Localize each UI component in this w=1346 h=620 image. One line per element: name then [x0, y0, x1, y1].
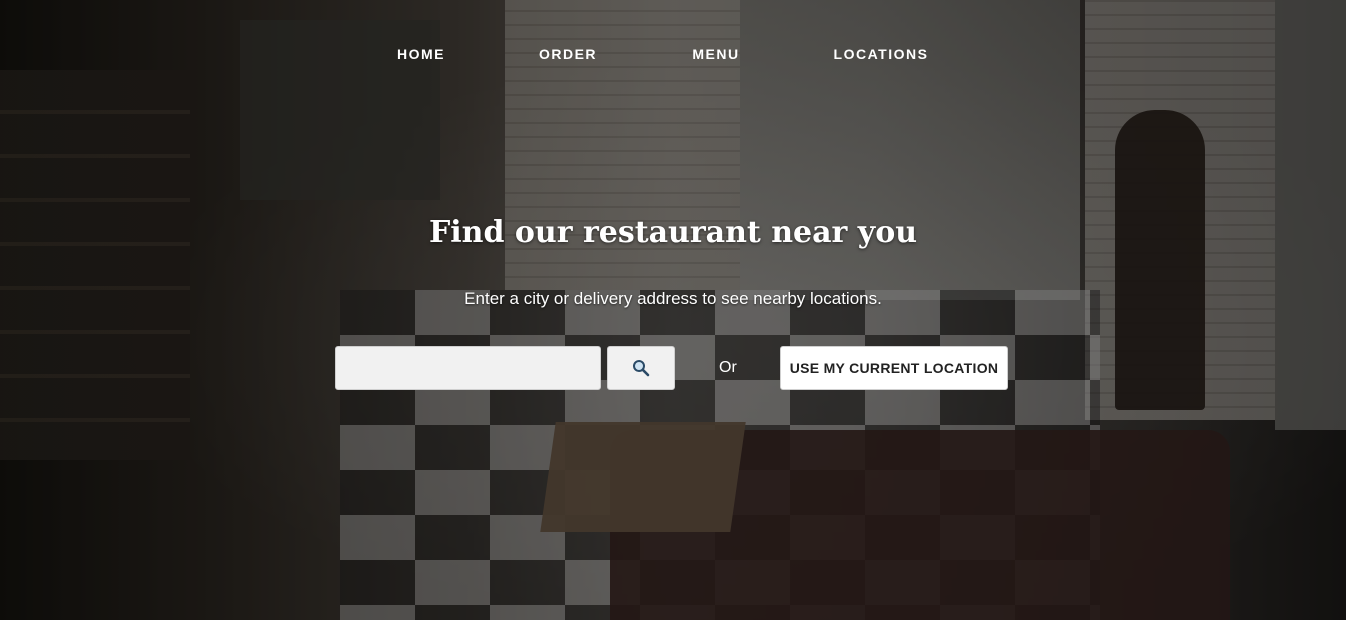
search-button[interactable] — [607, 346, 675, 390]
main-navigation: HOME ORDER MENU LOCATIONS — [0, 46, 1346, 66]
nav-item-home[interactable]: HOME — [397, 46, 445, 62]
location-search-input[interactable] — [335, 346, 601, 390]
nav-item-menu[interactable]: MENU — [692, 46, 739, 62]
nav-item-locations[interactable]: LOCATIONS — [834, 46, 929, 62]
search-icon — [633, 360, 650, 377]
or-separator: Or — [719, 359, 737, 376]
page-title: Find our restaurant near you — [428, 215, 918, 250]
hero-dark-overlay — [0, 0, 1346, 620]
page-subtitle: Enter a city or delivery address to see … — [464, 289, 882, 308]
nav-item-order[interactable]: ORDER — [539, 46, 597, 62]
use-current-location-button[interactable]: USE MY CURRENT LOCATION — [780, 346, 1008, 390]
